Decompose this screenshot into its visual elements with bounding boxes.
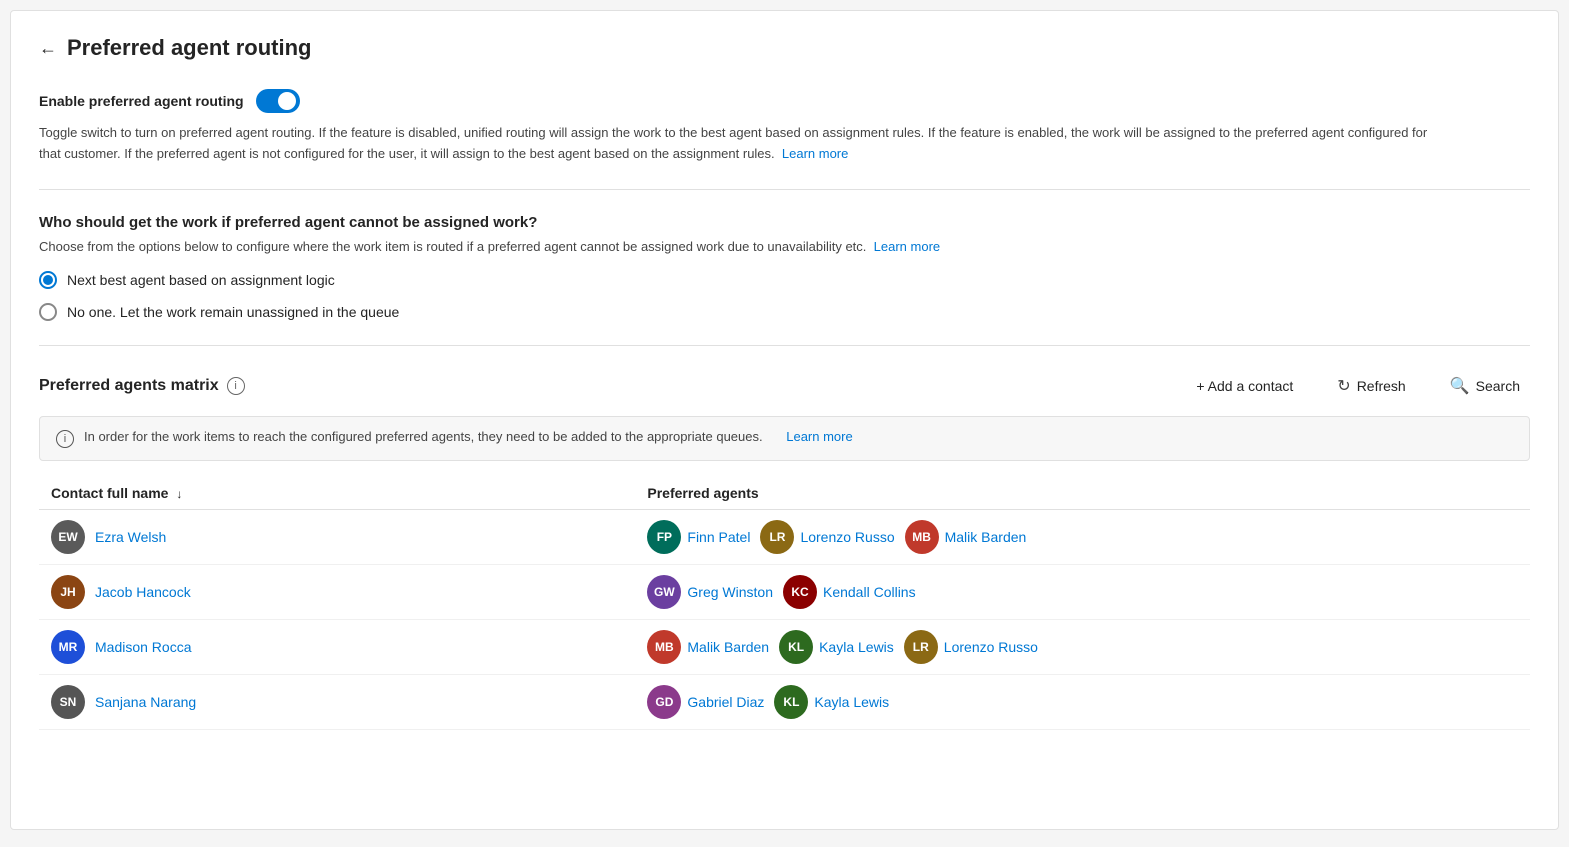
agent-item: MB Malik Barden [647,630,769,664]
agent-avatar: KC [783,575,817,609]
fallback-learn-more-link[interactable]: Learn more [874,239,940,254]
contact-name[interactable]: Sanjana Narang [95,694,196,710]
contact-avatar: JH [51,575,85,609]
contact-avatar: SN [51,685,85,719]
contact-cell: EW Ezra Welsh [51,520,623,554]
fallback-radio-group: Next best agent based on assignment logi… [39,271,1530,321]
contact-avatar: MR [51,630,85,664]
matrix-title: Preferred agents matrix [39,377,219,395]
contact-cell: SN Sanjana Narang [51,685,623,719]
info-banner: i In order for the work items to reach t… [39,416,1530,461]
agent-name[interactable]: Lorenzo Russo [800,529,894,545]
agent-avatar: FP [647,520,681,554]
radio-next-best-label: Next best agent based on assignment logi… [67,272,335,288]
agent-name[interactable]: Greg Winston [687,584,773,600]
agent-item: LR Lorenzo Russo [904,630,1038,664]
agent-avatar: KL [779,630,813,664]
info-banner-text: In order for the work items to reach the… [84,429,763,444]
agent-item: MB Malik Barden [905,520,1027,554]
back-button[interactable]: ← [39,38,57,59]
table-row: EW Ezra Welsh FP Finn Patel LR Lorenzo R… [39,510,1530,565]
search-label: Search [1476,378,1520,394]
contact-name[interactable]: Jacob Hancock [95,584,191,600]
page-title: Preferred agent routing [67,35,311,61]
agent-avatar: KL [774,685,808,719]
radio-no-one-label: No one. Let the work remain unassigned i… [67,304,399,320]
refresh-button[interactable]: ↻ Refresh [1327,370,1415,402]
agent-item: LR Lorenzo Russo [760,520,894,554]
radio-no-one[interactable]: No one. Let the work remain unassigned i… [39,303,1530,321]
agent-name[interactable]: Kayla Lewis [819,639,894,655]
agent-name[interactable]: Finn Patel [687,529,750,545]
toggle-description: Toggle switch to turn on preferred agent… [39,123,1439,165]
agent-item: KL Kayla Lewis [774,685,889,719]
matrix-actions: + Add a contact ↻ Refresh 🔍 Search [1186,370,1530,402]
agents-cell: GD Gabriel Diaz KL Kayla Lewis [647,685,1518,719]
refresh-label: Refresh [1357,378,1406,394]
agent-name[interactable]: Kayla Lewis [814,694,889,710]
agent-name[interactable]: Malik Barden [687,639,769,655]
agent-item: FP Finn Patel [647,520,750,554]
enable-routing-toggle[interactable] [256,89,300,113]
info-banner-icon: i [56,430,74,448]
contact-name[interactable]: Madison Rocca [95,639,192,655]
search-icon: 🔍 [1450,376,1470,396]
agent-name[interactable]: Lorenzo Russo [944,639,1038,655]
agent-avatar: LR [760,520,794,554]
table-row: SN Sanjana Narang GD Gabriel Diaz KL Kay… [39,675,1530,730]
agent-name[interactable]: Gabriel Diaz [687,694,764,710]
column-agents: Preferred agents [635,477,1530,510]
agents-cell: GW Greg Winston KC Kendall Collins [647,575,1518,609]
matrix-section: Preferred agents matrix i + Add a contac… [39,370,1530,730]
agents-cell: MB Malik Barden KL Kayla Lewis LR Lorenz… [647,630,1518,664]
agent-name[interactable]: Malik Barden [945,529,1027,545]
refresh-icon: ↻ [1337,376,1350,396]
matrix-info-icon[interactable]: i [227,377,245,395]
agent-item: GD Gabriel Diaz [647,685,764,719]
radio-no-one-indicator [39,303,57,321]
add-contact-button[interactable]: + Add a contact [1186,372,1303,400]
agent-avatar: GW [647,575,681,609]
toggle-label: Enable preferred agent routing [39,93,244,109]
fallback-heading: Who should get the work if preferred age… [39,214,1530,231]
contact-cell: JH Jacob Hancock [51,575,623,609]
contact-name[interactable]: Ezra Welsh [95,529,166,545]
column-contact[interactable]: Contact full name ↓ [39,477,635,510]
agent-item: GW Greg Winston [647,575,773,609]
agent-avatar: MB [905,520,939,554]
agents-cell: FP Finn Patel LR Lorenzo Russo MB Malik … [647,520,1518,554]
contact-avatar: EW [51,520,85,554]
sort-icon: ↓ [176,487,182,501]
table-row: JH Jacob Hancock GW Greg Winston KC Kend… [39,565,1530,620]
agent-item: KL Kayla Lewis [779,630,894,664]
agent-item: KC Kendall Collins [783,575,916,609]
add-contact-label: + Add a contact [1196,378,1293,394]
radio-next-best[interactable]: Next best agent based on assignment logi… [39,271,1530,289]
toggle-learn-more-link[interactable]: Learn more [782,146,848,161]
fallback-description: Choose from the options below to configu… [39,237,1439,258]
radio-next-best-indicator [39,271,57,289]
info-banner-learn-more-link[interactable]: Learn more [786,429,852,444]
search-button[interactable]: 🔍 Search [1440,370,1530,402]
agent-avatar: MB [647,630,681,664]
matrix-table: Contact full name ↓ Preferred agents EW … [39,477,1530,730]
agent-name[interactable]: Kendall Collins [823,584,916,600]
agent-avatar: GD [647,685,681,719]
agent-avatar: LR [904,630,938,664]
table-row: MR Madison Rocca MB Malik Barden KL Kayl… [39,620,1530,675]
contact-cell: MR Madison Rocca [51,630,623,664]
